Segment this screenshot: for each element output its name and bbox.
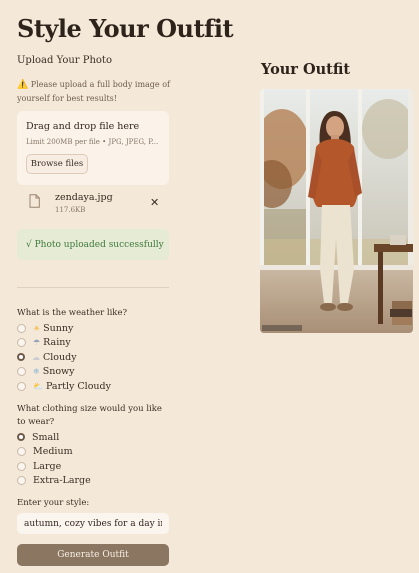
radio-button[interactable] xyxy=(17,461,26,471)
generate-outfit-button[interactable]: Generate Outfit xyxy=(17,544,169,566)
weather-option-sunny[interactable]: ☀ Sunny xyxy=(17,321,111,336)
partly-cloudy-icon: ⛅ xyxy=(33,381,43,391)
upload-label: Upload Your Photo xyxy=(17,55,112,66)
weather-option-snowy[interactable]: ❄ Snowy xyxy=(17,365,111,380)
radio-button[interactable] xyxy=(17,367,26,377)
upload-hint-text: Please upload a full body image of yours… xyxy=(17,80,170,103)
sun-icon: ☀ xyxy=(33,323,41,333)
style-input[interactable] xyxy=(17,513,169,534)
file-name: zendaya.jpg xyxy=(55,192,113,203)
radio-button[interactable] xyxy=(17,353,25,362)
radio-label: Rainy xyxy=(43,337,71,349)
radio-button[interactable] xyxy=(17,447,26,457)
rain-cloud-icon: ☂ xyxy=(33,338,41,348)
browse-files-button[interactable]: Browse files xyxy=(26,154,88,174)
weather-option-rainy[interactable]: ☂ Rainy xyxy=(17,336,111,351)
dropzone-title: Drag and drop file here xyxy=(26,121,140,132)
weather-option-cloudy[interactable]: ☁ Cloudy xyxy=(17,350,111,365)
radio-button[interactable] xyxy=(17,476,26,486)
radio-label: Snowy xyxy=(42,366,75,378)
size-option-medium[interactable]: Medium xyxy=(17,445,91,460)
weather-radio-group: ☀ Sunny ☂ Rainy ☁ Cloudy ❄ Snowy ⛅ Partly Cloudy xyxy=(17,321,111,394)
radio-label: Cloudy xyxy=(43,351,77,363)
snowflake-icon: ❄ xyxy=(33,367,40,377)
size-question: What clothing size would you like to wea… xyxy=(17,404,162,427)
radio-label: Extra-Large xyxy=(33,475,91,487)
upload-success-alert: √ Photo uploaded successfully xyxy=(17,229,169,260)
file-icon xyxy=(29,194,40,208)
radio-button[interactable] xyxy=(17,323,26,333)
radio-button[interactable] xyxy=(17,338,26,348)
radio-label: Partly Cloudy xyxy=(45,380,111,392)
remove-file-icon[interactable]: ✕ xyxy=(150,196,159,209)
size-option-extra-large[interactable]: Extra-Large xyxy=(17,474,91,489)
weather-option-partly-cloudy[interactable]: ⛅ Partly Cloudy xyxy=(17,379,111,394)
divider xyxy=(17,287,169,288)
size-option-large[interactable]: Large xyxy=(17,459,91,474)
file-size: 117.6KB xyxy=(55,206,86,214)
uploaded-file: zendaya.jpg 117.6KB ✕ xyxy=(17,190,169,220)
style-label: Enter your style: xyxy=(17,498,90,508)
result-heading: Your Outfit xyxy=(261,61,351,78)
page-title: Style Your Outfit xyxy=(17,14,234,43)
radio-label: Small xyxy=(32,431,60,443)
cloud-icon: ☁ xyxy=(32,352,40,362)
dropzone-limits: Limit 200MB per file • JPG, JPEG, P... xyxy=(26,138,159,146)
radio-label: Large xyxy=(33,460,62,472)
size-option-small[interactable]: Small xyxy=(17,430,91,445)
warning-icon: ⚠️ xyxy=(17,80,29,90)
radio-label: Sunny xyxy=(43,322,74,334)
radio-button[interactable] xyxy=(17,433,25,442)
weather-question: What is the weather like? xyxy=(17,308,128,318)
file-dropzone[interactable]: Drag and drop file here Limit 200MB per … xyxy=(17,111,169,185)
outfit-photo xyxy=(260,89,413,333)
size-radio-group: Small Medium Large Extra-Large xyxy=(17,430,91,488)
radio-button[interactable] xyxy=(17,381,26,391)
upload-hint: ⚠️ Please upload a full body image of yo… xyxy=(17,78,177,105)
radio-label: Medium xyxy=(33,446,73,458)
